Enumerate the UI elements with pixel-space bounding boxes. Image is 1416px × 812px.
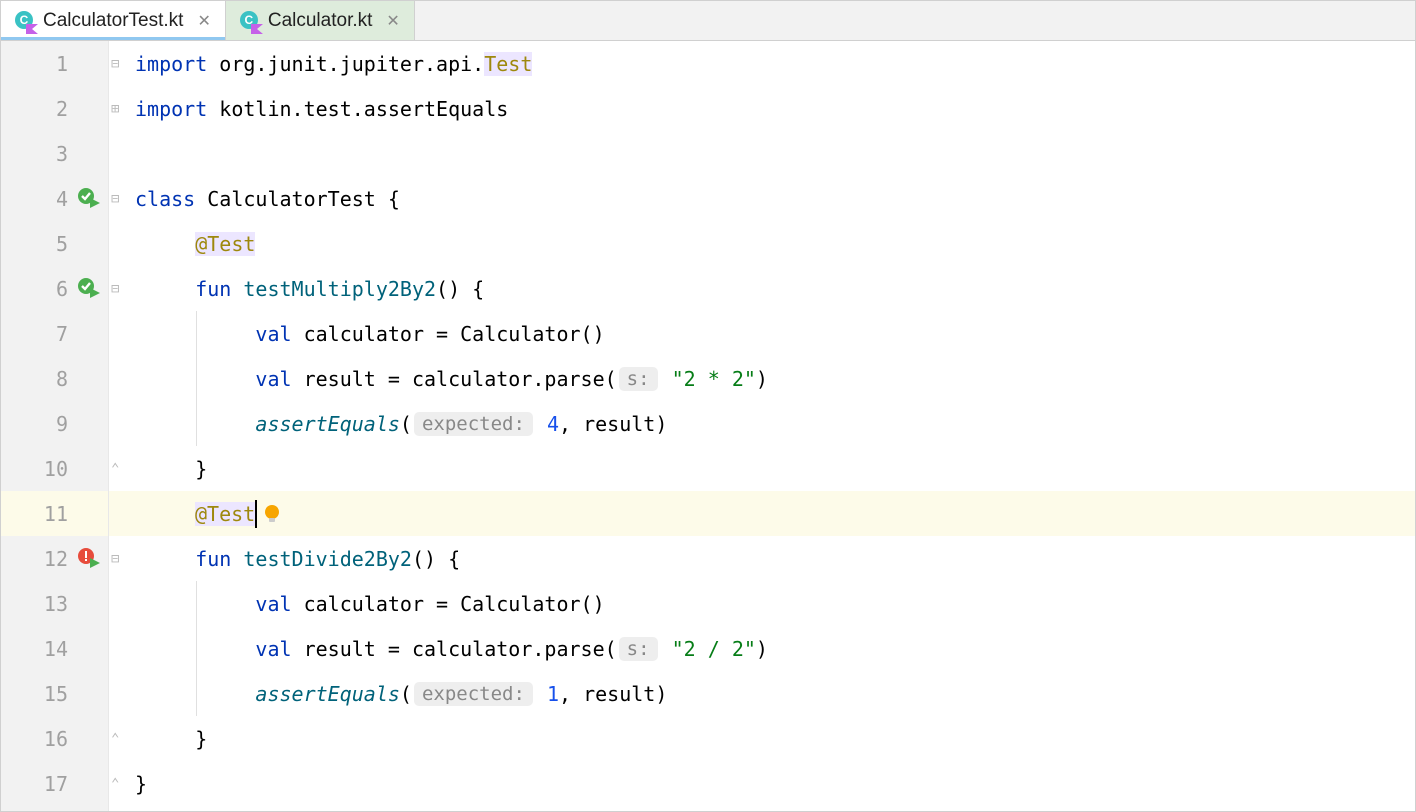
line-number: 3 <box>56 142 68 166</box>
fold-end-icon[interactable]: ⌃ <box>111 461 119 477</box>
line-number: 16 <box>44 727 68 751</box>
code-line[interactable]: val result = calculator.parse(s: "2 * 2"… <box>129 356 1415 401</box>
code-line[interactable] <box>129 131 1415 176</box>
fold-icon[interactable]: ⊟ <box>111 191 119 207</box>
close-icon[interactable]: ✕ <box>380 11 399 31</box>
caret <box>255 500 257 528</box>
code-line[interactable]: assertEquals(expected: 4, result) <box>129 401 1415 446</box>
code-line[interactable]: } <box>129 446 1415 491</box>
parameter-hint: s: <box>619 367 658 391</box>
fold-end-icon[interactable]: ⌃ <box>111 731 119 747</box>
fold-icon[interactable]: ⊟ <box>111 281 119 297</box>
kotlin-file-icon: C <box>240 11 260 31</box>
code-line[interactable]: } <box>129 716 1415 761</box>
code-line[interactable]: val result = calculator.parse(s: "2 / 2"… <box>129 626 1415 671</box>
code-line[interactable]: fun testMultiply2By2() { <box>129 266 1415 311</box>
line-number: 13 <box>44 592 68 616</box>
code-line[interactable]: @Test <box>129 491 1415 536</box>
fold-column: ⊟ ⊞ ⊟ ⊟ ⌃ ⊟ ⌃ ⌃ <box>109 41 129 811</box>
line-number: 2 <box>56 97 68 121</box>
line-number: 11 <box>44 502 68 526</box>
line-number: 10 <box>44 457 68 481</box>
code-line[interactable]: @Test <box>129 221 1415 266</box>
parameter-hint: expected: <box>414 682 533 706</box>
line-number: 6 <box>56 277 68 301</box>
fold-end-icon[interactable]: ⌃ <box>111 776 119 792</box>
kotlin-file-icon: C <box>15 11 35 31</box>
tab-calculator-test[interactable]: C CalculatorTest.kt ✕ <box>1 1 226 40</box>
code-line[interactable]: assertEquals(expected: 1, result) <box>129 671 1415 716</box>
line-number: 15 <box>44 682 68 706</box>
tab-label: Calculator.kt <box>268 10 373 32</box>
line-number: 14 <box>44 637 68 661</box>
line-number: 8 <box>56 367 68 391</box>
line-number: 9 <box>56 412 68 436</box>
code-line[interactable]: val calculator = Calculator() <box>129 311 1415 356</box>
code-line[interactable]: } <box>129 761 1415 806</box>
line-number: 7 <box>56 322 68 346</box>
gutter: 1 2 3 4 5 6 7 8 9 10 11 12 13 14 15 16 1… <box>1 41 109 811</box>
code-line[interactable]: fun testDivide2By2() { <box>129 536 1415 581</box>
fold-icon[interactable]: ⊟ <box>111 56 119 72</box>
editor: 1 2 3 4 5 6 7 8 9 10 11 12 13 14 15 16 1… <box>1 41 1415 811</box>
run-fail-icon[interactable] <box>78 548 100 570</box>
fold-icon[interactable]: ⊟ <box>111 551 119 567</box>
code-line[interactable]: import org.junit.jupiter.api.Test <box>129 41 1415 86</box>
run-pass-icon[interactable] <box>78 278 100 300</box>
line-number: 17 <box>44 772 68 796</box>
run-pass-icon[interactable] <box>78 188 100 210</box>
parameter-hint: expected: <box>414 412 533 436</box>
line-number: 5 <box>56 232 68 256</box>
code-line[interactable]: val calculator = Calculator() <box>129 581 1415 626</box>
code-area[interactable]: import org.junit.jupiter.api.Test import… <box>129 41 1415 811</box>
line-number: 12 <box>44 547 68 571</box>
code-line[interactable]: class CalculatorTest { <box>129 176 1415 221</box>
fold-icon[interactable]: ⊞ <box>111 101 119 117</box>
tab-calculator[interactable]: C Calculator.kt ✕ <box>226 1 415 40</box>
line-number: 4 <box>56 187 68 211</box>
code-line[interactable]: import kotlin.test.assertEquals <box>129 86 1415 131</box>
tab-bar: C CalculatorTest.kt ✕ C Calculator.kt ✕ <box>1 1 1415 41</box>
intention-bulb-icon[interactable] <box>261 503 283 525</box>
tab-label: CalculatorTest.kt <box>43 10 183 32</box>
line-number: 1 <box>56 52 68 76</box>
parameter-hint: s: <box>619 637 658 661</box>
close-icon[interactable]: ✕ <box>191 11 210 31</box>
